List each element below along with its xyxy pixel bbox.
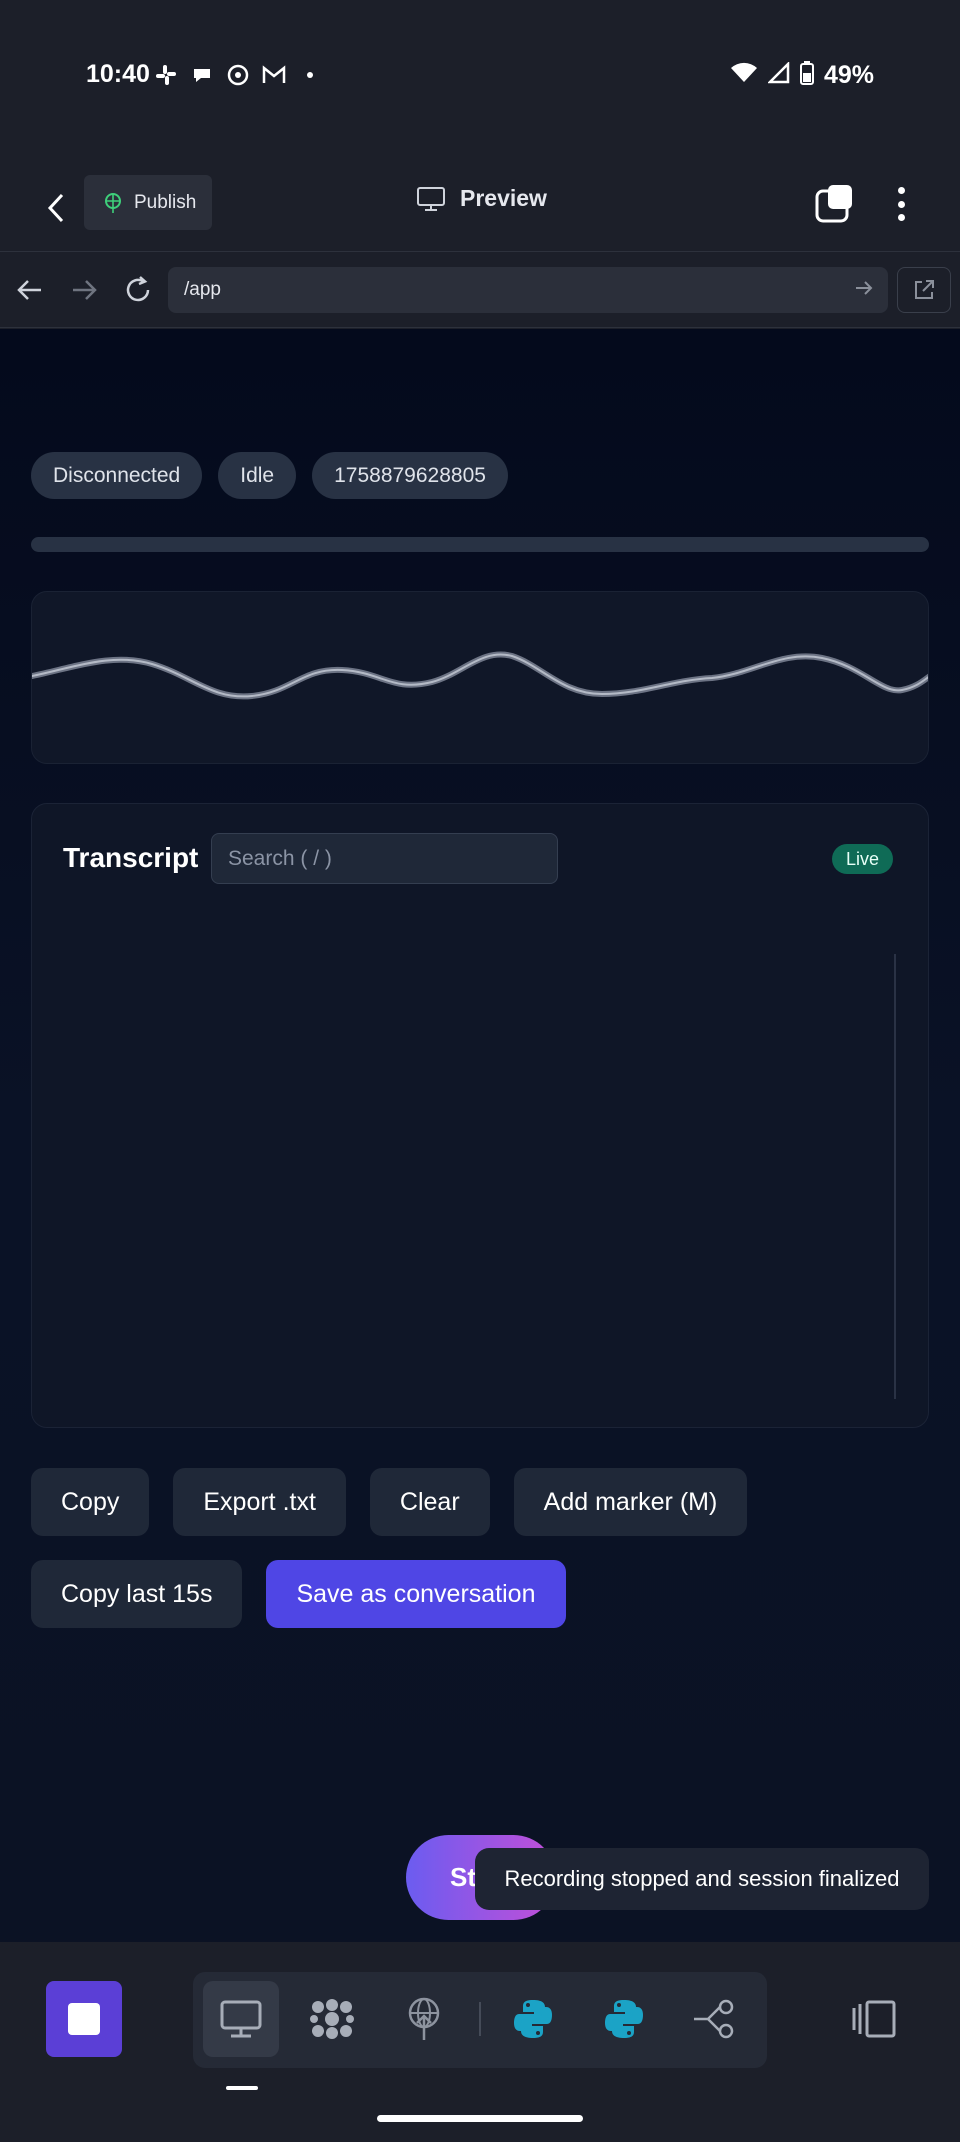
chevron-left-icon (47, 193, 64, 223)
tool-group (193, 1972, 767, 2068)
action-buttons-row-1: Copy Export .txt Clear Add marker (M) (31, 1468, 748, 1536)
top-bar: Publish Preview (0, 165, 960, 251)
state-pill: Idle (218, 452, 297, 499)
url-bar: /app (0, 252, 960, 328)
transcript-title: Transcript (63, 842, 199, 873)
desktop-icon (220, 2000, 262, 2038)
session-id-pill: 1758879628805 (312, 452, 508, 499)
status-pills: Disconnected Idle 1758879628805 (31, 452, 508, 499)
copy-last-15s-button[interactable]: Copy last 15s (31, 1560, 243, 1628)
more-options-button[interactable] (886, 183, 916, 225)
transcript-card: Transcript Live (31, 803, 929, 1428)
transcript-scrollbar[interactable] (894, 954, 896, 1399)
home-indicator[interactable] (377, 2115, 583, 2122)
preview-title: Preview (416, 185, 547, 212)
reload-icon (126, 276, 150, 302)
nodes-icon (310, 1999, 354, 2039)
publish-label: Publish (134, 191, 197, 213)
python-tool-1[interactable] (495, 1981, 571, 2057)
stop-icon (68, 2003, 100, 2035)
live-badge: Live (832, 844, 894, 874)
toast-notification: Recording stopped and session finalized (475, 1848, 929, 1910)
flow-icon (694, 1999, 734, 2039)
nav-forward-button[interactable] (66, 272, 102, 308)
waveform-card (31, 591, 929, 764)
flow-tool[interactable] (676, 1981, 752, 2057)
tabs-button[interactable] (814, 183, 856, 225)
clear-button[interactable]: Clear (369, 1468, 490, 1536)
more-dot (897, 214, 905, 221)
save-as-conversation-button[interactable]: Save as conversation (266, 1560, 566, 1628)
signal-icon (766, 60, 790, 89)
url-input[interactable]: /app (168, 267, 888, 313)
transcript-search-input[interactable] (211, 833, 558, 884)
gmail-icon (262, 63, 286, 87)
globe-publish-icon (408, 1997, 440, 2040)
bottom-toolbar (0, 1943, 960, 2142)
preview-label: Preview (460, 185, 547, 211)
reload-button[interactable] (120, 272, 156, 308)
arrow-left-icon (17, 280, 41, 300)
publish-icon (105, 192, 121, 213)
publish-tool[interactable] (386, 1981, 462, 2057)
wifi-icon (730, 62, 758, 89)
export-txt-button[interactable]: Export .txt (173, 1468, 346, 1536)
url-text: /app (184, 279, 221, 300)
notification-icons (154, 60, 322, 90)
back-button[interactable] (36, 185, 76, 231)
python-tool-2[interactable] (586, 1981, 662, 2057)
python-icon (605, 2000, 643, 2038)
more-dot (897, 200, 905, 208)
tool-separator (479, 2002, 481, 2036)
url-go-button[interactable] (854, 278, 874, 304)
external-link-icon (915, 280, 934, 299)
tabs-icon (815, 185, 852, 223)
open-external-button[interactable] (897, 267, 951, 313)
toggle-panel-button[interactable] (846, 1991, 902, 2047)
waveform-icon (32, 651, 928, 700)
action-buttons-row-2: Copy last 15s Save as conversation (31, 1560, 566, 1628)
status-bar: 10:40 49% (0, 0, 960, 150)
active-tab-indicator (226, 2086, 258, 2090)
desktop-tool[interactable] (203, 1981, 279, 2057)
stop-button[interactable] (46, 1981, 122, 2057)
arrow-right-icon (73, 280, 97, 300)
dot-icon (298, 63, 322, 87)
app-preview: Disconnected Idle 1758879628805 Transcri… (0, 329, 960, 1942)
status-time: 10:40 (86, 60, 150, 88)
battery-icon (799, 60, 814, 90)
copy-button[interactable]: Copy (31, 1468, 150, 1536)
status-right: 49% (730, 60, 874, 90)
whatsapp-icon (226, 63, 250, 87)
add-marker-button[interactable]: Add marker (M) (513, 1468, 748, 1536)
arrow-right-icon (856, 281, 873, 295)
panel-icon (852, 2000, 896, 2038)
more-dot (897, 187, 905, 194)
level-meter (31, 537, 929, 552)
connection-status-pill: Disconnected (31, 452, 203, 499)
nodes-tool[interactable] (294, 1981, 370, 2057)
monitor-icon (417, 186, 445, 211)
slack-icon (154, 63, 178, 87)
chat-icon (190, 63, 214, 87)
python-icon (514, 2000, 552, 2038)
nav-back-button[interactable] (12, 272, 48, 308)
publish-button[interactable]: Publish (84, 175, 212, 230)
battery-percent: 49% (823, 60, 874, 89)
